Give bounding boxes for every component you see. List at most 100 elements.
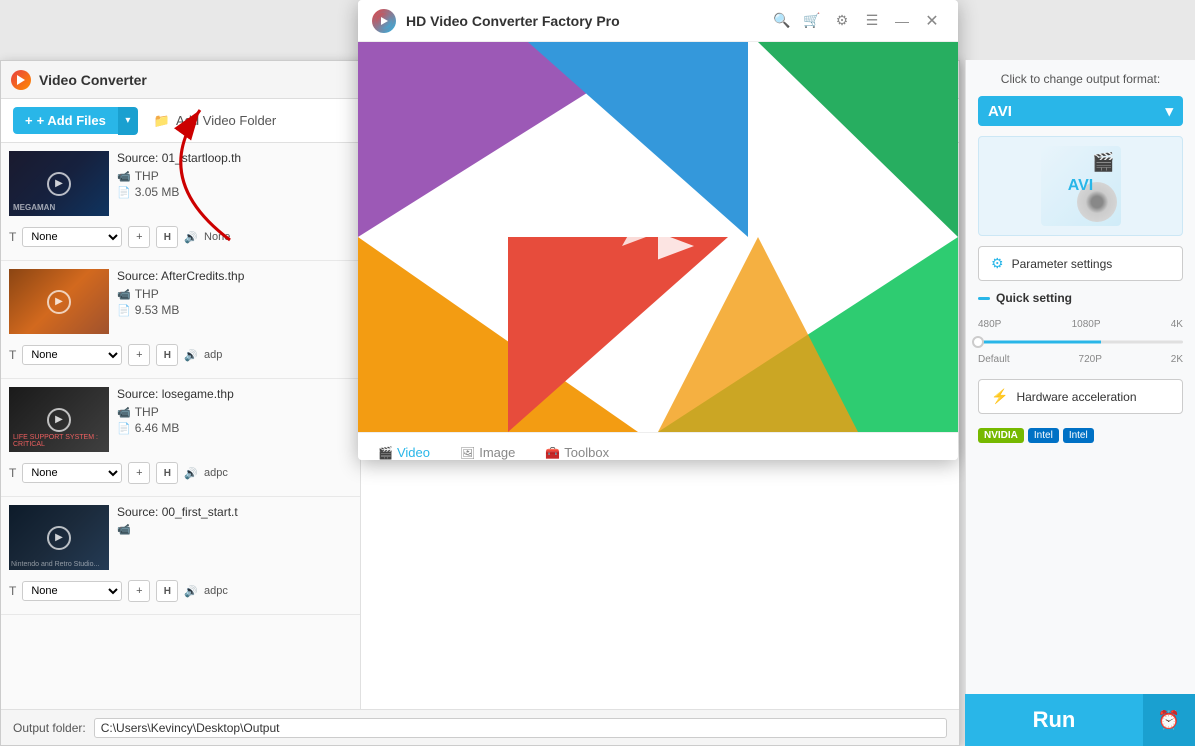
avi-icon: AVI 🎬 <box>1041 146 1121 226</box>
subtitle-t-icon: T <box>9 348 16 362</box>
quality-track <box>978 341 1183 344</box>
hd-btn[interactable]: H <box>156 462 178 484</box>
file-type-icon: 📹 <box>117 288 131 301</box>
inner-bottom: 🎬 Video 🖼 Image 🧰 Toolbox <box>358 432 958 460</box>
toolbox-tab-label: Toolbox <box>564 445 609 460</box>
play-icon: ▶ <box>47 408 71 432</box>
mark-2k: 2K <box>1171 354 1183 365</box>
quality-thumb[interactable] <box>972 336 984 348</box>
gear-icon-inner[interactable]: ⚙ <box>830 9 854 33</box>
tab-video[interactable]: 🎬 Video <box>378 445 430 460</box>
add-subtitle-btn[interactable]: + <box>128 580 150 602</box>
format-name: AVI <box>988 103 1012 120</box>
add-folder-button[interactable]: 📁 Add Video Folder <box>154 113 276 129</box>
menu-icon-inner[interactable]: ☰ <box>860 9 884 33</box>
file-size: 6.46 MB <box>135 421 180 435</box>
file-size-icon: 📄 <box>117 304 131 317</box>
audio-icon: 🔊 <box>184 231 198 244</box>
video-tab-label: Video <box>397 445 430 460</box>
cart-icon-inner[interactable]: 🛒 <box>800 9 824 33</box>
file-source: Source: 00_first_start.t <box>117 505 352 519</box>
mark-720p: 720P <box>1079 354 1102 365</box>
close-icon-inner[interactable]: ✕ <box>920 9 944 33</box>
subtitle-select[interactable]: None <box>22 227 122 247</box>
play-icon: ▶ <box>47 172 71 196</box>
file-type: THP <box>135 287 159 301</box>
hw-icon: ⚡ <box>991 388 1008 405</box>
inner-titlebar: HD Video Converter Factory Pro 🔍 🛒 ⚙ ☰ —… <box>358 0 958 42</box>
file-source: Source: 01_startloop.th <box>117 151 352 165</box>
quality-slider[interactable] <box>978 332 1183 352</box>
quality-480p: 480P <box>978 319 1001 330</box>
format-preview: AVI 🎬 <box>978 136 1183 236</box>
subtitle-select[interactable]: None <box>22 463 122 483</box>
add-files-label: + Add Files <box>37 113 106 128</box>
file-size: 3.05 MB <box>135 185 180 199</box>
list-item: ▶ MEGAMAN Source: 01_startloop.th 📹 THP … <box>1 143 360 261</box>
video-tab-icon: 🎬 <box>378 446 393 460</box>
tab-toolbox[interactable]: 🧰 Toolbox <box>545 445 609 460</box>
play-icon: ▶ <box>47 290 71 314</box>
image-tab-label: Image <box>479 445 515 460</box>
file-type: THP <box>135 169 159 183</box>
list-item: ▶ Source: AfterCredits.thp 📹 THP 📄 9.53 … <box>1 261 360 379</box>
file-type-icon: 📹 <box>117 406 131 419</box>
add-files-dropdown-btn[interactable]: ▾ <box>118 107 138 135</box>
tab-image[interactable]: 🖼 Image <box>460 445 515 460</box>
run-bar: Run ⏰ <box>965 694 1195 746</box>
file-list: ▶ MEGAMAN Source: 01_startloop.th 📹 THP … <box>1 143 361 709</box>
param-settings-button[interactable]: ⚙ Parameter settings <box>978 246 1183 281</box>
add-files-button[interactable]: + + Add Files <box>13 107 118 134</box>
run-button[interactable]: Run <box>965 694 1143 746</box>
add-folder-label: Add Video Folder <box>176 113 276 128</box>
hd-btn[interactable]: H <box>156 226 178 248</box>
avi-text: AVI <box>1068 177 1093 195</box>
add-files-plus-icon: + <box>25 113 33 128</box>
audio-track: adp <box>204 349 222 361</box>
add-subtitle-btn[interactable]: + <box>128 344 150 366</box>
hd-btn[interactable]: H <box>156 580 178 602</box>
format-selector[interactable]: AVI ▾ <box>978 96 1183 126</box>
audio-track: adpc <box>204 467 228 479</box>
param-settings-label: Parameter settings <box>1012 257 1113 271</box>
alarm-icon: ⏰ <box>1158 710 1180 731</box>
subtitle-t-icon: T <box>9 584 16 598</box>
add-subtitle-btn[interactable]: + <box>128 462 150 484</box>
subtitle-select[interactable]: None <box>22 581 122 601</box>
quick-setting-label: Quick setting <box>978 291 1183 305</box>
file-size-icon: 📄 <box>117 422 131 435</box>
search-icon-inner[interactable]: 🔍 <box>770 9 794 33</box>
folder-icon: 📁 <box>154 113 170 129</box>
inner-nav-tabs: 🎬 Video 🖼 Image 🧰 Toolbox <box>358 433 958 460</box>
file-thumbnail: ▶ Nintendo and Retro Studio... <box>9 505 109 570</box>
quality-1080p: 1080P <box>1072 319 1101 330</box>
file-thumbnail: ▶ MEGAMAN <box>9 151 109 216</box>
file-source: Source: losegame.thp <box>117 387 352 401</box>
file-size-icon: 📄 <box>117 186 131 199</box>
file-type-icon: 📹 <box>117 170 131 183</box>
inner-window-title: HD Video Converter Factory Pro <box>406 13 620 29</box>
param-icon: ⚙ <box>991 255 1004 272</box>
alarm-button[interactable]: ⏰ <box>1143 694 1195 746</box>
minimize-icon-inner[interactable]: — <box>890 9 914 33</box>
audio-icon: 🔊 <box>184 585 198 598</box>
output-format-label: Click to change output format: <box>978 72 1183 86</box>
add-subtitle-btn[interactable]: + <box>128 226 150 248</box>
quality-marks: Default 720P 2K <box>978 354 1183 365</box>
quality-4k: 4K <box>1171 319 1183 330</box>
intel-badge-2: Intel <box>1063 428 1094 443</box>
outer-bottom: Output folder: <box>1 709 959 745</box>
hw-accel-button[interactable]: ⚡ Hardware acceleration <box>978 379 1183 414</box>
inner-app-logo <box>372 9 396 33</box>
intel-badge-1: Intel <box>1028 428 1059 443</box>
app-logo <box>11 70 31 90</box>
file-size: 9.53 MB <box>135 303 180 317</box>
right-panel: Click to change output format: AVI ▾ AVI… <box>965 60 1195 746</box>
accel-badges: NVIDIA Intel Intel <box>978 428 1183 443</box>
image-tab-icon: 🖼 <box>460 446 475 460</box>
subtitle-select[interactable]: None <box>22 345 122 365</box>
inner-window: HD Video Converter Factory Pro 🔍 🛒 ⚙ ☰ —… <box>358 0 958 460</box>
file-thumbnail: ▶ LIFE SUPPORT SYSTEM : CRITICAL <box>9 387 109 452</box>
hd-btn[interactable]: H <box>156 344 178 366</box>
output-path-input[interactable] <box>94 718 947 738</box>
